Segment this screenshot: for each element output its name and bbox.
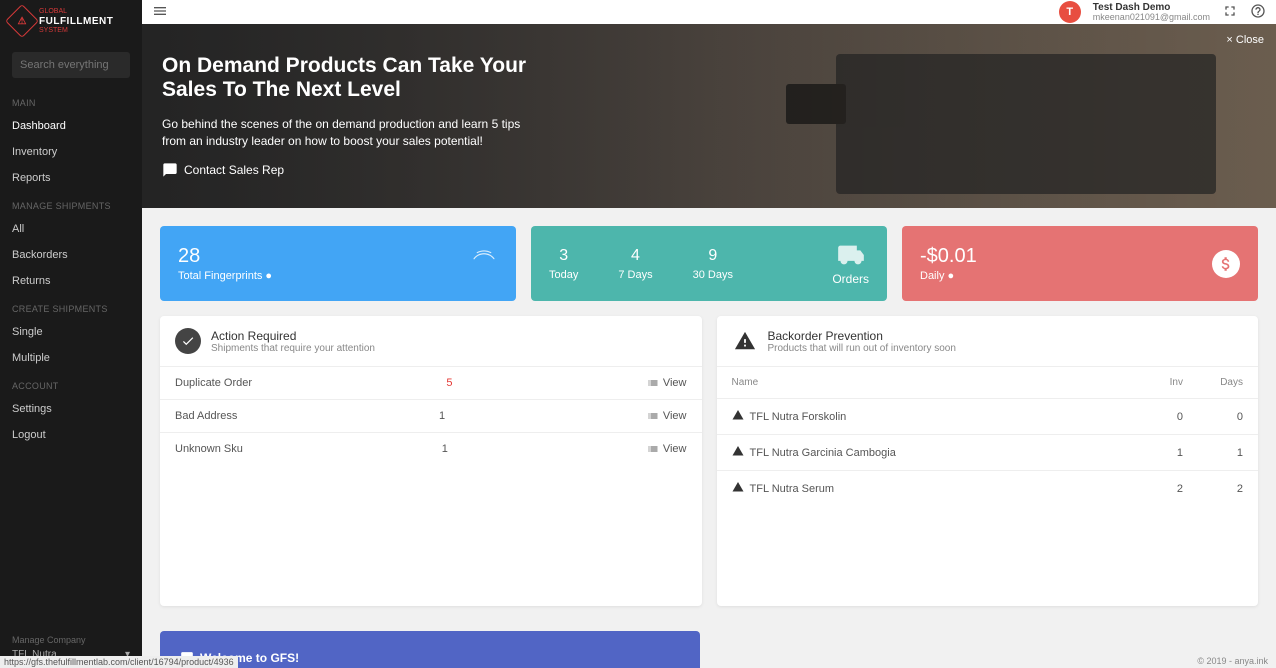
nav-section-account: ACCOUNT: [0, 371, 142, 396]
table-row[interactable]: TFL Nutra Serum 2 2: [717, 470, 1259, 506]
list-icon: [647, 410, 659, 422]
footer-credit: © 2019 - anya.ink: [1197, 656, 1268, 666]
fingerprint-icon: [470, 248, 498, 279]
logo: ⚠ GLOBAL FULFILLMENT SYSTEM: [0, 0, 142, 42]
action-row[interactable]: Duplicate Order 5 View: [160, 366, 702, 399]
nav-section-main: MAIN: [0, 88, 142, 113]
fullscreen-button[interactable]: [1222, 3, 1238, 22]
nav-logout[interactable]: Logout: [0, 422, 142, 448]
status-bar-url: https://gfs.thefulfillmentlab.com/client…: [0, 656, 238, 668]
chat-icon: [162, 162, 178, 178]
search-input-container[interactable]: [12, 52, 130, 78]
hamburger-icon: [152, 3, 168, 19]
list-icon: [647, 443, 659, 455]
fingerprints-label: Total Fingerprints ●: [178, 270, 272, 282]
menu-toggle-button[interactable]: [152, 3, 168, 22]
warning-icon: [732, 481, 750, 496]
stats-row: 28 Total Fingerprints ● 3Today 47 Days 9…: [142, 208, 1276, 301]
dollar-icon: [1212, 250, 1240, 278]
nav-dashboard[interactable]: Dashboard: [0, 113, 142, 139]
table-row[interactable]: TFL Nutra Forskolin 0 0: [717, 398, 1259, 434]
action-row[interactable]: Bad Address 1 View: [160, 399, 702, 432]
view-button[interactable]: View: [647, 443, 687, 455]
sidebar: ⚠ GLOBAL FULFILLMENT SYSTEM MAIN Dashboa…: [0, 0, 142, 668]
nav-section-manage: MANAGE SHIPMENTS: [0, 191, 142, 216]
money-label: Daily ●: [920, 270, 977, 282]
nav-inventory[interactable]: Inventory: [0, 139, 142, 165]
hero-title: On Demand Products Can Take Your Sales T…: [162, 54, 562, 102]
fullscreen-icon: [1222, 3, 1238, 19]
table-row[interactable]: TFL Nutra Garcinia Cambogia 1 1: [717, 434, 1259, 470]
warning-icon: [732, 409, 750, 424]
orders-card[interactable]: 3Today 47 Days 930 Days Orders: [531, 226, 887, 301]
view-button[interactable]: View: [647, 377, 687, 389]
nav-returns[interactable]: Returns: [0, 268, 142, 294]
help-icon: [1250, 3, 1266, 19]
list-icon: [647, 377, 659, 389]
nav-all[interactable]: All: [0, 216, 142, 242]
welcome-banner: Welcome to GFS! The Global Fulfillment S…: [160, 631, 700, 668]
backorder-panel: Backorder Prevention Products that will …: [717, 316, 1259, 606]
fingerprints-value: 28: [178, 245, 272, 268]
avatar[interactable]: T: [1059, 1, 1081, 23]
nav-single[interactable]: Single: [0, 319, 142, 345]
nav-backorders[interactable]: Backorders: [0, 242, 142, 268]
action-required-panel: Action Required Shipments that require y…: [160, 316, 702, 606]
fingerprints-card[interactable]: 28 Total Fingerprints ●: [160, 226, 516, 301]
top-bar: T Test Dash Demo mkeenan021091@gmail.com: [142, 0, 1276, 24]
help-button[interactable]: [1250, 3, 1266, 22]
nav-multiple[interactable]: Multiple: [0, 345, 142, 371]
nav-section-create: CREATE SHIPMENTS: [0, 294, 142, 319]
hero-body: Go behind the scenes of the on demand pr…: [162, 116, 542, 150]
nav-settings[interactable]: Settings: [0, 396, 142, 422]
warning-icon: [732, 328, 758, 354]
table-header: Name Inv Days: [717, 366, 1259, 398]
main-content: × Close On Demand Products Can Take Your…: [142, 0, 1276, 668]
nav-reports[interactable]: Reports: [0, 165, 142, 191]
user-info: Test Dash Demo mkeenan021091@gmail.com: [1093, 2, 1210, 23]
truck-icon: [832, 241, 869, 272]
view-button[interactable]: View: [647, 410, 687, 422]
money-card[interactable]: -$0.01 Daily ●: [902, 226, 1258, 301]
warning-icon: [732, 445, 750, 460]
check-icon: [175, 328, 201, 354]
money-value: -$0.01: [920, 245, 977, 268]
hero-banner: × Close On Demand Products Can Take Your…: [142, 24, 1276, 208]
action-row[interactable]: Unknown Sku 1 View: [160, 432, 702, 465]
search-input[interactable]: [20, 59, 162, 71]
close-hero-button[interactable]: × Close: [1226, 34, 1264, 46]
